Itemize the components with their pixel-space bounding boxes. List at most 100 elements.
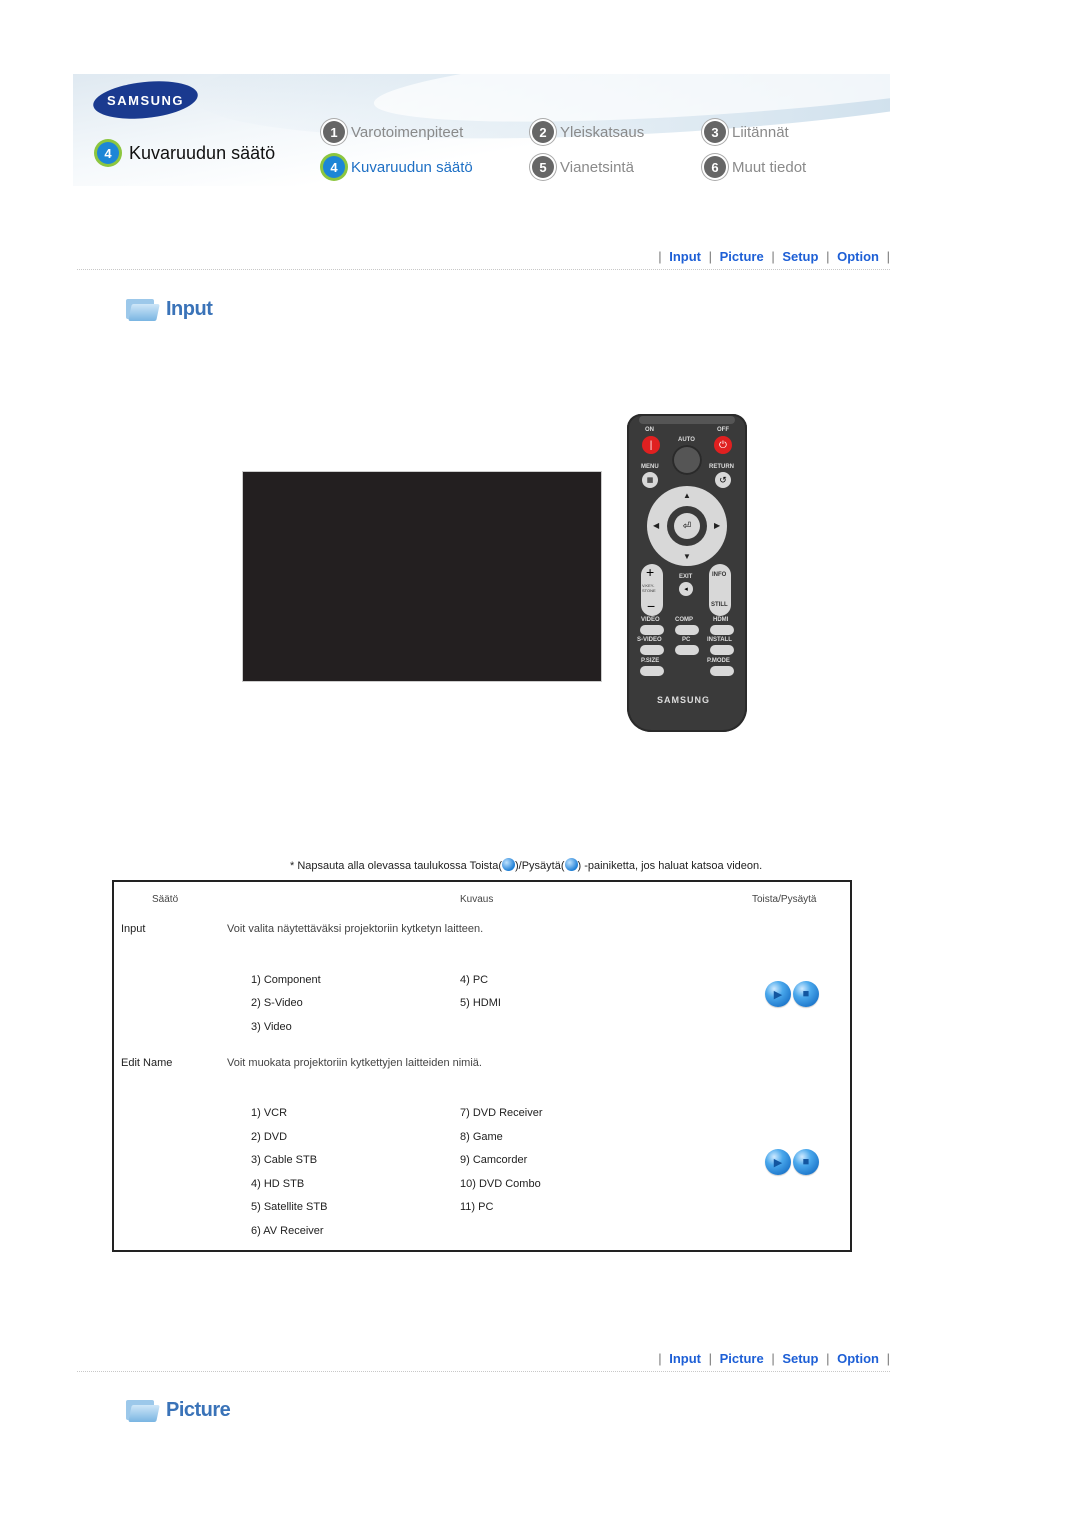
nav-number-badge: 5 xyxy=(532,156,554,178)
arrow-left-icon: ◀ xyxy=(653,521,660,530)
subnav-link-picture[interactable]: Picture xyxy=(720,249,764,264)
subnav-link-input[interactable]: Input xyxy=(669,249,701,264)
option-item: 1) Component xyxy=(251,974,321,986)
remote-label: RETURN xyxy=(709,464,734,470)
nav-item-varotoimenpiteet[interactable]: 1 Varotoimenpiteet xyxy=(323,121,463,143)
remote-control-image: ON OFF AUTO | ⏻ MENU RETURN ▦ ↺ ⏎ ▲ ▼ ◀ … xyxy=(627,414,747,732)
menu-button-icon: ▦ xyxy=(642,472,658,488)
pc-button-icon xyxy=(675,645,699,655)
option-item: 2) DVD xyxy=(251,1131,288,1143)
option-item: 5) Satellite STB xyxy=(251,1201,328,1213)
stop-icon xyxy=(564,858,578,871)
nav-item-label: Liitännät xyxy=(732,123,789,141)
play-button[interactable]: ▶ xyxy=(765,1149,791,1175)
remote-label: ON xyxy=(645,427,654,433)
row-play-controls: ▶ ■ xyxy=(765,1149,819,1175)
option-item: 3) Video xyxy=(251,1021,292,1033)
nav-number-badge: 1 xyxy=(323,121,345,143)
dpad-icon: ⏎ ▲ ▼ ◀ ▶ xyxy=(647,486,727,566)
power-on-button-icon: | xyxy=(642,436,660,454)
nav-item-label: Kuvaruudun säätö xyxy=(351,158,473,176)
column-header-setting: Säätö xyxy=(152,894,179,905)
subnav-link-setup[interactable]: Setup xyxy=(782,249,818,264)
section-title-input: Input xyxy=(126,297,213,321)
option-item: 9) Camcorder xyxy=(460,1154,528,1166)
nav-item-label: Varotoimenpiteet xyxy=(351,123,464,141)
option-item: 11) PC xyxy=(460,1201,494,1213)
exit-button-icon: ◂ xyxy=(679,582,693,596)
header-banner: SAMSUNG 4 Kuvaruudun säätö 1 Varotoimenp… xyxy=(73,74,890,186)
stop-icon: ■ xyxy=(802,1156,810,1168)
remote-label: COMP xyxy=(675,617,693,623)
remote-brand: SAMSUNG xyxy=(657,695,711,705)
nav-item-muut-tiedot[interactable]: 6 Muut tiedot xyxy=(704,156,806,178)
option-item: 4) PC xyxy=(460,974,489,986)
video-button-icon xyxy=(640,625,664,635)
row-description: Voit muokata projektoriin kytkettyjen la… xyxy=(227,1057,482,1069)
row-setting-name: Edit Name xyxy=(121,1057,173,1069)
remote-ir-window xyxy=(639,416,735,424)
column-header-playstop: Toista/Pysäytä xyxy=(752,894,817,905)
subnav-link-option[interactable]: Option xyxy=(837,249,879,264)
section-number-badge: 4 xyxy=(97,142,119,164)
remote-label: INSTALL xyxy=(707,637,732,643)
option-item: 4) HD STB xyxy=(251,1178,305,1190)
option-item: 2) S-Video xyxy=(251,997,303,1009)
divider xyxy=(77,1371,890,1372)
remote-label: OFF xyxy=(717,427,729,433)
divider xyxy=(77,269,890,270)
row-play-controls: ▶ ■ xyxy=(765,981,819,1007)
play-icon xyxy=(501,858,515,871)
subnav-link-picture[interactable]: Picture xyxy=(720,1351,764,1366)
option-item: 3) Cable STB xyxy=(251,1154,318,1166)
column-header-description: Kuvaus xyxy=(460,894,494,905)
info-still-button-icon: INFO STILL xyxy=(709,564,731,616)
remote-label: AUTO xyxy=(678,437,695,443)
remote-label: S-VIDEO xyxy=(637,637,662,643)
nav-item-label: Vianetsintä xyxy=(560,158,634,176)
remote-label: EXIT xyxy=(679,574,693,580)
nav-item-yleiskatsaus[interactable]: 2 Yleiskatsaus xyxy=(532,121,644,143)
remote-label: VIDEO xyxy=(641,617,660,623)
subnav-link-input[interactable]: Input xyxy=(669,1351,701,1366)
nav-item-label: Yleiskatsaus xyxy=(560,123,645,141)
current-section-title: 4 Kuvaruudun säätö xyxy=(97,142,275,164)
option-item: 7) DVD Receiver xyxy=(460,1107,543,1119)
power-off-button-icon: ⏻ xyxy=(714,436,732,454)
nav-number-badge: 2 xyxy=(532,121,554,143)
comp-button-icon xyxy=(675,625,699,635)
subnav-link-option[interactable]: Option xyxy=(837,1351,879,1366)
section-title-picture: Picture xyxy=(126,1398,231,1422)
stop-button[interactable]: ■ xyxy=(793,1149,819,1175)
samsung-logo[interactable]: SAMSUNG xyxy=(91,76,200,124)
pmode-button-icon xyxy=(710,666,734,676)
row-description: Voit valita näytettäväksi projektoriin k… xyxy=(227,923,484,935)
install-button-icon xyxy=(710,645,734,655)
folder-icon xyxy=(126,297,160,321)
nav-item-liitannat[interactable]: 3 Liitännät xyxy=(704,121,789,143)
subnav-bottom: | Input | Picture | Setup | Option | xyxy=(658,1351,890,1366)
enter-button-icon: ⏎ xyxy=(674,513,700,539)
nav-number-badge: 4 xyxy=(323,156,345,178)
option-item: 8) Game xyxy=(460,1131,503,1143)
folder-icon xyxy=(126,1398,160,1422)
nav-item-kuvaruudun-saato[interactable]: 4 Kuvaruudun säätö xyxy=(323,156,473,178)
nav-item-vianetsinta[interactable]: 5 Vianetsintä xyxy=(532,156,634,178)
arrow-right-icon: ▶ xyxy=(714,521,721,530)
video-player[interactable] xyxy=(242,471,602,682)
settings-table: Säätö Kuvaus Toista/Pysäytä Input Voit v… xyxy=(112,880,852,1252)
svideo-button-icon xyxy=(640,645,664,655)
subnav-link-setup[interactable]: Setup xyxy=(782,1351,818,1366)
play-icon: ▶ xyxy=(773,988,783,1001)
remote-label: PC xyxy=(682,637,691,643)
nav-item-label: Muut tiedot xyxy=(732,158,807,176)
option-item: 1) VCR xyxy=(251,1107,288,1119)
auto-button-icon xyxy=(672,445,702,475)
remote-label: P.SIZE xyxy=(641,658,660,664)
remote-label: MENU xyxy=(641,464,659,470)
hdmi-button-icon xyxy=(710,625,734,635)
subnav-top: | Input | Picture | Setup | Option | xyxy=(658,249,890,264)
option-item: 5) HDMI xyxy=(460,997,501,1009)
play-button[interactable]: ▶ xyxy=(765,981,791,1007)
stop-button[interactable]: ■ xyxy=(793,981,819,1007)
